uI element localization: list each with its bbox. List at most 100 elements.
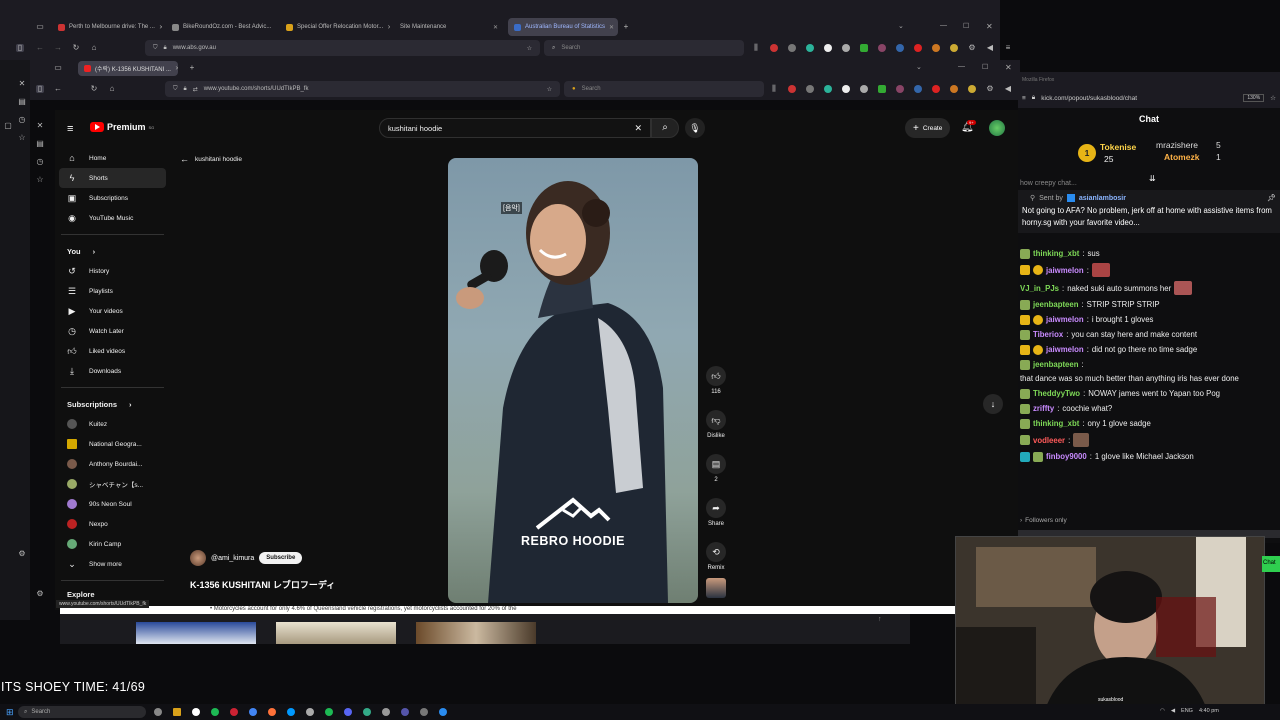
app-icon[interactable] bbox=[344, 708, 352, 716]
article-thumbnail[interactable] bbox=[416, 622, 536, 644]
firefox-icon[interactable] bbox=[268, 708, 276, 716]
app-icon[interactable] bbox=[249, 708, 257, 716]
sidebar-icon[interactable]: ▤ bbox=[18, 98, 26, 106]
extension-icon[interactable] bbox=[896, 44, 904, 52]
outer-address-bar[interactable]: ⛉ 🔒︎ www.abs.gov.au ☆ bbox=[145, 40, 540, 56]
history-icon[interactable]: ◷ bbox=[18, 116, 26, 124]
search-button[interactable]: ⌕ bbox=[651, 118, 679, 138]
taskbar-search[interactable]: ⌕ Search bbox=[18, 706, 146, 718]
close-icon[interactable]: ✕ bbox=[175, 65, 178, 72]
speaker-icon[interactable]: ◀ bbox=[986, 44, 994, 52]
sidebar-sub-shabechan[interactable]: シャベチャン【s... bbox=[55, 474, 170, 494]
history-icon[interactable]: ◷ bbox=[36, 158, 44, 166]
app-icon[interactable] bbox=[363, 708, 371, 716]
tab-list-icon[interactable]: ▭ bbox=[54, 64, 62, 72]
extension-icon[interactable] bbox=[878, 44, 886, 52]
extension-icon[interactable] bbox=[932, 44, 940, 52]
close-icon[interactable]: ✕ bbox=[18, 80, 26, 88]
outer-tab[interactable]: Perth to Melbourne drive: The ... ✕ bbox=[52, 18, 162, 36]
sidebar-sub-anthony-bourdain[interactable]: Anthony Bourdai... bbox=[55, 454, 170, 474]
close-icon[interactable]: ✕ bbox=[609, 24, 614, 31]
app-icon[interactable] bbox=[306, 708, 314, 716]
extensions-puzzle-icon[interactable]: ⚙ bbox=[968, 44, 976, 52]
wifi-icon[interactable]: ◠ bbox=[1160, 708, 1165, 714]
chat-address-bar[interactable]: ≡ 🔒︎ kick.com/popout/sukasblood/chat 130%… bbox=[1018, 88, 1280, 108]
sidebar-explore-header[interactable]: Explore bbox=[55, 587, 170, 601]
next-short-button[interactable]: ↓ bbox=[983, 394, 1003, 414]
outer-tab[interactable]: BikeRoundOz.com - Best Advic...✕ bbox=[166, 18, 276, 36]
account-avatar[interactable] bbox=[989, 120, 1005, 136]
sidebar-sub-90s-neon-soul[interactable]: 90s Neon Soul bbox=[55, 494, 170, 514]
article-thumbnail[interactable] bbox=[136, 622, 256, 644]
close-icon[interactable]: ✕ bbox=[159, 24, 162, 31]
volume-icon[interactable]: ◀ bbox=[1171, 708, 1175, 714]
speaker-icon[interactable]: ◀ bbox=[1004, 85, 1012, 93]
inner-tab-active[interactable]: (수락) K-1356 KUSHITANI ... ✕ bbox=[78, 61, 178, 76]
app-icon[interactable] bbox=[420, 708, 428, 716]
close-icon[interactable]: ✕ bbox=[493, 24, 498, 31]
library-icon[interactable]: ⫼ bbox=[770, 85, 778, 93]
shorts-video-player[interactable]: [음악] REBRO HOODIE bbox=[448, 158, 698, 603]
settings-icon[interactable]: ⚙ bbox=[18, 550, 26, 558]
close-icon[interactable]: ✕ bbox=[275, 24, 276, 31]
youtube-logo[interactable]: Premium SG bbox=[90, 122, 154, 132]
extension-icon[interactable] bbox=[950, 85, 958, 93]
youtube-search-input[interactable]: kushitani hoodie ✕ bbox=[379, 118, 651, 138]
minimize-icon[interactable]: — bbox=[940, 22, 947, 29]
sidebar-subscriptions-header[interactable]: Subscriptions › bbox=[55, 394, 170, 414]
folder-icon[interactable] bbox=[173, 708, 181, 716]
bookmark-star-icon[interactable]: ☆ bbox=[547, 86, 552, 93]
extension-icon[interactable] bbox=[806, 44, 814, 52]
sidebar-sub-kirin-camp[interactable]: Kirin Camp bbox=[55, 534, 170, 554]
extensions-puzzle-icon[interactable]: ⚙ bbox=[986, 85, 994, 93]
settings-icon[interactable]: ⚙ bbox=[36, 590, 44, 598]
sidebar-toggle-icon[interactable]: ▯ bbox=[36, 85, 44, 93]
channel-avatar[interactable] bbox=[190, 550, 206, 566]
close-icon[interactable]: ✕ bbox=[387, 24, 390, 31]
sidebar-icon[interactable]: ▤ bbox=[36, 140, 44, 148]
sidebar-sub-national-geographic[interactable]: National Geogra... bbox=[55, 434, 170, 454]
sidebar-item-playlists[interactable]: ☰ Playlists bbox=[55, 281, 170, 301]
extension-icon[interactable] bbox=[896, 85, 904, 93]
outer-tab[interactable]: Site Maintenance ✕ bbox=[394, 18, 504, 36]
scroll-up-icon[interactable]: ↑ bbox=[878, 616, 882, 623]
forward-icon[interactable]: → bbox=[54, 44, 62, 52]
minimize-icon[interactable]: — bbox=[958, 63, 965, 70]
extension-icon[interactable] bbox=[824, 44, 832, 52]
extension-icon[interactable] bbox=[932, 85, 940, 93]
sidebar-item-shorts[interactable]: ϟ Shorts bbox=[59, 168, 166, 188]
extension-icon[interactable] bbox=[788, 85, 796, 93]
chevron-down-icon[interactable]: ⌄ bbox=[898, 22, 904, 30]
app-icon[interactable] bbox=[211, 708, 219, 716]
bookmark-icon[interactable]: ☆ bbox=[18, 134, 26, 142]
new-tab-icon[interactable]: + bbox=[188, 64, 196, 72]
home-icon[interactable]: ⌂ bbox=[108, 85, 116, 93]
article-thumbnail[interactable] bbox=[276, 622, 396, 644]
sidebar-sub-nexpo[interactable]: Nexpo bbox=[55, 514, 170, 534]
inner-address-bar[interactable]: ⛉ 🔒︎ ⇄ www.youtube.com/shorts/UUdTIkPB_fk … bbox=[165, 81, 560, 97]
maximize-icon[interactable]: ☐ bbox=[982, 63, 988, 71]
extension-icon[interactable] bbox=[914, 44, 922, 52]
app-icon[interactable] bbox=[439, 708, 447, 716]
sidebar-item-downloads[interactable]: ⤓ Downloads bbox=[55, 361, 170, 381]
outer-search-field[interactable]: ⌕ Search bbox=[544, 40, 744, 56]
sidebar-item-history[interactable]: ↺ History bbox=[55, 261, 170, 281]
bookmark-star-icon[interactable]: ☆ bbox=[1270, 94, 1276, 102]
extension-icon[interactable] bbox=[788, 44, 796, 52]
send-chat-button[interactable]: Chat bbox=[1262, 556, 1280, 572]
remix-button[interactable]: ⟲ Remix bbox=[703, 542, 729, 578]
extension-icon[interactable] bbox=[950, 44, 958, 52]
bookmark-star-icon[interactable]: ☆ bbox=[527, 45, 532, 52]
subscribe-button[interactable]: Subscribe bbox=[259, 552, 303, 564]
sidebar-item-subscriptions[interactable]: ▣ Subscriptions bbox=[55, 188, 170, 208]
extension-icon[interactable]: ✕ bbox=[36, 122, 44, 130]
extension-icon[interactable] bbox=[968, 85, 976, 93]
pin-icon[interactable]: 📌︎ bbox=[1267, 194, 1276, 202]
app-icon[interactable] bbox=[287, 708, 295, 716]
menu-icon[interactable]: ≡ bbox=[1004, 44, 1012, 52]
sidebar-item-liked-videos[interactable]: 👍︎ Liked videos bbox=[55, 341, 170, 361]
close-window-icon[interactable]: ✕ bbox=[1005, 63, 1012, 72]
app-icon[interactable] bbox=[325, 708, 333, 716]
dislike-button[interactable]: 👎︎ Dislike bbox=[703, 410, 729, 454]
create-button[interactable]: + Create bbox=[905, 118, 951, 138]
